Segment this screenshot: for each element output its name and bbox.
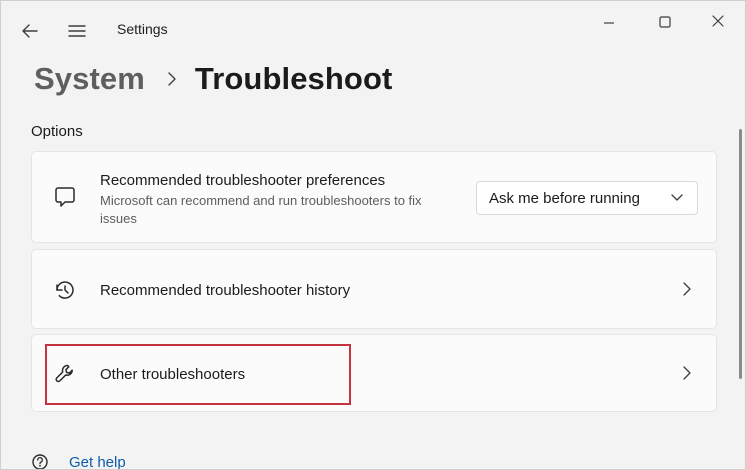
chevron-right-icon <box>680 366 694 380</box>
breadcrumb: System Troubleshoot <box>34 59 392 99</box>
breadcrumb-parent[interactable]: System <box>34 61 145 97</box>
page-title: Troubleshoot <box>194 61 393 96</box>
highlight-box <box>45 344 351 405</box>
vertical-scrollbar[interactable] <box>739 129 742 379</box>
hamburger-menu-icon[interactable] <box>66 21 88 41</box>
back-arrow-icon[interactable] <box>20 21 40 41</box>
breadcrumb-separator-icon <box>167 72 177 86</box>
troubleshooter-preference-dropdown[interactable]: Ask me before running <box>476 181 698 215</box>
card-troubleshooter-history[interactable]: Recommended troubleshooter history <box>31 249 717 329</box>
history-icon <box>51 276 79 304</box>
help-icon <box>31 453 49 469</box>
app-title: Settings <box>117 21 168 37</box>
card-title: Recommended troubleshooter preferences <box>100 172 386 189</box>
maximize-icon[interactable] <box>657 14 673 30</box>
chevron-right-icon <box>680 282 694 296</box>
title-bar: Settings <box>1 1 745 45</box>
message-icon <box>51 183 79 211</box>
minimize-icon[interactable] <box>601 15 617 31</box>
get-help-label[interactable]: Get help <box>69 454 126 470</box>
dropdown-selected-value: Ask me before running <box>489 189 640 207</box>
card-title: Recommended troubleshooter history <box>100 282 351 299</box>
settings-window: Settings System Troubleshoot Options Rec… <box>0 0 746 470</box>
chevron-down-icon <box>671 193 683 203</box>
close-icon[interactable] <box>710 13 726 29</box>
section-title: Options <box>31 123 83 140</box>
get-help-link[interactable]: Get help <box>31 453 126 470</box>
card-description: Microsoft can recommend and run troubles… <box>100 193 422 226</box>
card-troubleshooter-preferences: Recommended troubleshooter preferences M… <box>31 151 717 243</box>
